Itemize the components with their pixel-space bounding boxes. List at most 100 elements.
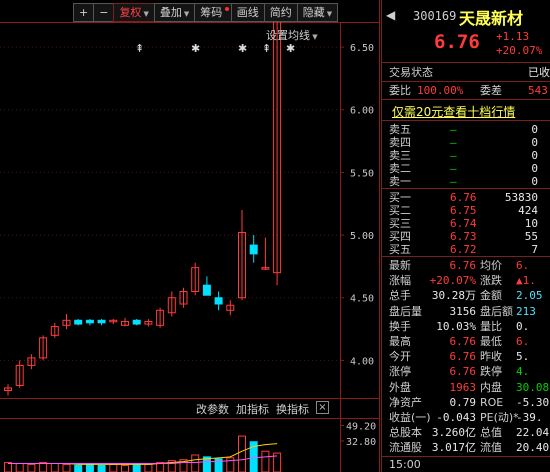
quote-label: 最低 (480, 335, 502, 348)
quote-label: ROE (480, 395, 504, 409)
y-axis-label: 6.00 (350, 106, 374, 117)
volume-bar (121, 464, 129, 472)
quote-value: 1963 (449, 380, 477, 394)
quote-label: 总股本 (389, 426, 422, 440)
candle-body (249, 244, 258, 255)
upgrade-level2-link[interactable]: 仅需20元查看十档行情 (392, 103, 515, 120)
volume-bar (238, 435, 246, 472)
bid-level-row[interactable]: 买五 6.72 7 (382, 242, 550, 257)
quote-value: 20.40 (516, 441, 550, 455)
volume-axis-label: 32.80 (346, 437, 376, 448)
edit-params-button[interactable]: 改参数 (196, 401, 229, 417)
candle-body (97, 319, 106, 324)
y-axis-label: 4.50 (350, 294, 374, 305)
event-marker-icon[interactable]: ⇞ (262, 43, 271, 54)
quote-label: 盘后量 (389, 304, 422, 318)
quote-label: 昨收 (480, 350, 502, 364)
volume-bar (50, 462, 59, 472)
quote-row: 总股本 3.260亿 总值 22.04 (382, 425, 550, 440)
add-indicator-button[interactable]: 加指标 (236, 401, 269, 417)
quote-label: 盘后额 (480, 304, 513, 318)
zoom-out-button[interactable]: − (93, 3, 115, 22)
candle-body (132, 319, 141, 325)
y-axis-label: 5.50 (350, 168, 374, 179)
adjust-rights-button[interactable]: 复权 ▼ (113, 3, 155, 22)
quote-label: 流通股 (389, 441, 422, 455)
volume-ma-line (8, 455, 278, 464)
quote-label: 总手 (389, 289, 411, 303)
quote-value: -5.30 (516, 395, 550, 409)
volume-bar (15, 462, 24, 472)
stock-code: 300169 (413, 9, 457, 23)
order-diff-label: 委差 (480, 84, 502, 97)
kline-chart-area[interactable]: 6.506.005.505.004.504.006.7649.2032.80 +… (0, 0, 380, 472)
volume-bar (214, 458, 223, 472)
quote-value: ▲1. (516, 274, 536, 288)
quote-value: 30.08 (516, 380, 550, 394)
quote-value: 22.04 (516, 426, 550, 440)
quote-label: 量比 (480, 319, 502, 333)
switch-indicator-button[interactable]: 换指标 (276, 401, 309, 417)
quote-value: 30.28万 (431, 289, 476, 303)
ask-level-row[interactable]: 卖一 — 0 (382, 174, 550, 189)
stock-header: ◀ 300169 天晟新材 6.76 +1.13 +20.07% (382, 0, 550, 62)
quote-row: 最高 6.76 最低 6. (382, 334, 550, 349)
simple-mode-button[interactable]: 简约 (263, 3, 298, 22)
price-change: +1.13 (496, 30, 530, 43)
quote-value: 6.76 (449, 350, 477, 364)
order-diff-value: 543 (528, 84, 548, 97)
last-price: 6.76 (434, 31, 480, 53)
volume-axis-label: 49.20 (346, 421, 376, 432)
chevron-down-icon: ▼ (326, 10, 333, 18)
close-icon[interactable]: × (316, 401, 329, 414)
quote-value: 6.76 (449, 365, 477, 379)
y-axis-label: 4.00 (350, 356, 374, 367)
ask-level-price: — (450, 175, 457, 188)
quote-label: 最高 (389, 335, 411, 348)
chevron-down-icon: ▼ (310, 33, 318, 41)
quote-label: 收益(一) (389, 411, 431, 424)
y-axis-label: 6.50 (350, 43, 374, 54)
draw-line-button[interactable]: 画线 (230, 3, 265, 22)
quote-row: 外盘 1963 内盘 30.08 (382, 380, 550, 395)
quote-value: 2.05 (516, 289, 543, 303)
quote-row: 收益(一) -0.043 PE(动)* -39. (382, 410, 550, 425)
ma-settings-dropdown[interactable]: 设置均线 ▼ (266, 27, 318, 43)
zoom-in-button[interactable]: + (73, 3, 95, 22)
event-marker-icon[interactable]: ✱ (286, 43, 295, 54)
quote-label: 涨跌 (480, 274, 502, 288)
order-ratio-value: 100.00% (417, 84, 464, 97)
volume-bar (226, 457, 235, 472)
event-marker-icon[interactable]: ✱ (191, 43, 200, 54)
overlay-button[interactable]: 叠加 ▼ (153, 3, 196, 22)
notification-dot-icon (224, 7, 229, 11)
volume-bar (85, 463, 94, 472)
bid-level-label: 买五 (389, 243, 411, 256)
quote-label: 涨幅 (389, 274, 411, 288)
stock-name: 天晟新材 (459, 9, 524, 28)
volume-bar (144, 463, 153, 472)
quote-label: 15:00 (389, 457, 421, 471)
quote-label: 今开 (389, 350, 411, 364)
quote-row: 15:00 (382, 455, 550, 471)
quote-row: 涨停 6.76 跌停 4. (382, 364, 550, 379)
volume-bar (74, 464, 83, 472)
quote-label: 跌停 (480, 365, 502, 379)
quote-value: 3.260亿 (431, 426, 476, 440)
quote-value: 3156 (449, 304, 477, 318)
event-marker-icon[interactable]: ✱ (238, 43, 247, 54)
quote-value: 10.03% (436, 319, 476, 333)
quote-row: 最新 6.76 均价 6. (382, 258, 550, 273)
prev-stock-arrow-icon[interactable]: ◀ (386, 8, 395, 22)
trade-status-row: 交易状态 已收 (382, 65, 550, 80)
hide-button[interactable]: 隐藏 ▼ (296, 3, 339, 22)
chevron-down-icon: ▼ (143, 10, 149, 18)
quote-value: 213 (516, 304, 536, 318)
quote-panel: ◀ 300169 天晟新材 6.76 +1.13 +20.07% 交易状态 已收… (381, 0, 550, 472)
event-marker-icon[interactable]: ⇞ (135, 43, 144, 54)
chip-distribution-button[interactable]: 筹码 (194, 3, 232, 22)
quote-value: 6.76 (449, 259, 477, 272)
quote-label: 内盘 (480, 380, 502, 394)
volume-bar (97, 464, 106, 472)
volume-bar (62, 463, 71, 472)
